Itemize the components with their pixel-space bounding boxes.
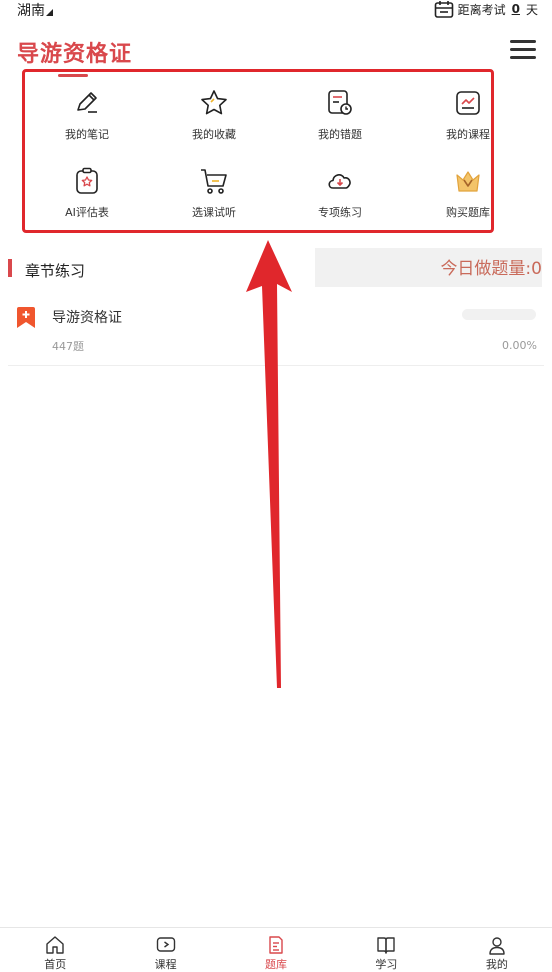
tab-profile[interactable]: 我的 [442, 928, 552, 972]
play-course-icon [156, 937, 175, 952]
quick-link-trial-courses[interactable]: 选课试听 [164, 166, 264, 220]
course-name: 导游资格证 [52, 310, 122, 326]
book-icon [377, 937, 396, 954]
region-label: 湖南 [17, 3, 45, 19]
bookmark-plus-icon [17, 307, 35, 328]
quick-link-label: AI评估表 [65, 206, 109, 219]
menu-button[interactable] [510, 40, 536, 60]
title-underline [58, 74, 88, 77]
tab-label: 学习 [375, 958, 398, 971]
calendar-icon [434, 1, 453, 18]
page-title[interactable]: 导游资格证 [17, 36, 132, 68]
quick-link-label: 我的错题 [318, 128, 362, 141]
today-count-box: 今日做题量:0 [315, 248, 542, 287]
quick-link-favorites[interactable]: 我的收藏 [164, 88, 264, 142]
tab-label: 首页 [44, 958, 67, 971]
today-count-text: 今日做题量:0 [440, 254, 542, 279]
course-progress-text: 0.00% [502, 339, 537, 352]
quick-link-wrong-questions[interactable]: 我的错题 [290, 88, 390, 142]
tab-label: 课程 [154, 958, 177, 971]
cart-icon [201, 169, 227, 194]
quick-link-notes[interactable]: 我的笔记 [37, 88, 137, 142]
course-chart-icon [456, 91, 480, 115]
pencil-note-icon [77, 92, 97, 113]
tab-home[interactable]: 首页 [0, 928, 110, 972]
section-accent-bar [8, 259, 12, 277]
question-bank-icon [269, 936, 283, 954]
profile-icon [489, 937, 505, 955]
cloud-download-icon [328, 174, 351, 189]
tab-study[interactable]: 学习 [331, 928, 441, 972]
clipboard-star-icon [76, 167, 98, 194]
quick-link-label: 专项练习 [318, 206, 362, 219]
home-icon [46, 936, 64, 954]
quick-link-label: 我的收藏 [192, 128, 236, 141]
crown-icon [456, 171, 480, 192]
quick-link-special-practice[interactable]: 专项练习 [290, 166, 390, 220]
countdown-prefix: 距离考试 [457, 2, 506, 17]
quick-link-label: 我的笔记 [65, 128, 109, 141]
tab-question-bank[interactable]: 题库 [221, 928, 331, 972]
hamburger-line [510, 48, 536, 51]
hamburger-line [510, 56, 536, 59]
section-title: 章节练习 [25, 262, 86, 280]
bottom-tab-bar: 首页 课程 题库 学习 我的 [0, 927, 552, 972]
countdown-days: 0 [511, 2, 520, 16]
course-question-count: 447题 [52, 340, 84, 353]
wrong-questions-icon [328, 90, 352, 115]
hamburger-icon [510, 40, 536, 43]
quick-link-label: 购买题库 [446, 206, 490, 219]
red-arrow-annotation [246, 240, 292, 688]
today-count-label: 今日做题量: [440, 259, 532, 279]
quick-link-buy-questions[interactable]: 购买题库 [418, 166, 518, 220]
quick-link-my-courses[interactable]: 我的课程 [418, 88, 518, 142]
status-bar: 湖南 距离考试 0 天 [0, 0, 552, 22]
course-progress-bar [462, 309, 536, 320]
today-count-value: 0 [531, 259, 542, 279]
quick-link-label: 选课试听 [192, 206, 236, 219]
quick-link-label: 我的课程 [446, 128, 490, 141]
tab-label: 题库 [265, 958, 288, 971]
dropdown-triangle-icon [46, 8, 53, 16]
exam-countdown[interactable]: 距离考试 0 天 [434, 0, 538, 18]
star-icon [201, 90, 227, 115]
tab-label: 我的 [485, 958, 508, 971]
quick-link-ai-assessment[interactable]: AI评估表 [37, 166, 137, 220]
tab-course[interactable]: 课程 [110, 928, 220, 972]
countdown-suffix: 天 [525, 2, 538, 17]
region-selector[interactable]: 湖南 [17, 0, 53, 20]
